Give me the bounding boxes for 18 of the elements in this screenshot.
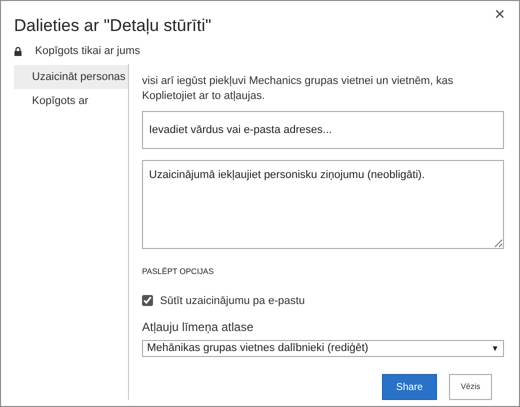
- checkbox-label: Sūtīt uzaicinājumu pa e-pastu: [160, 294, 305, 308]
- lock-icon: [14, 47, 22, 56]
- share-button[interactable]: Share: [382, 374, 437, 400]
- dropdown-arrow-icon: ▼: [491, 342, 499, 354]
- sidebar-item[interactable]: Uzaicināt personas: [14, 64, 128, 90]
- sharing-status: Kopīgots tikai ar jums: [35, 44, 140, 60]
- names-field[interactable]: Ievadiet vārdus vai e-pasta adreses...: [142, 110, 504, 148]
- dialog-title: Dalieties ar "Detaļu stūrīti": [14, 16, 212, 35]
- message-field[interactable]: Uzaicinājumā iekļaujiet personisku ziņojumu (neobligāti).: [142, 160, 504, 248]
- select-value: Mehānikas grupas vietnes dalībnieki (rediģēt): [147, 341, 368, 356]
- intro-text: visi arī iegūst piekļuvi Mechanics grupas vietnei un vietnēm, kas Koplietojiet ar to atļaujas.: [142, 74, 454, 104]
- sidebar-item[interactable]: Kopīgots ar: [14, 89, 128, 114]
- cancel-button[interactable]: Vēzis: [449, 374, 492, 400]
- permission-select[interactable]: Mehānikas grupas vietnes dalībnieki (rediģēt) ▼: [142, 340, 504, 357]
- close-button[interactable]: ×: [490, 5, 509, 23]
- hide-options-link[interactable]: PASLĒPT OPCIJAS: [142, 266, 504, 278]
- permission-label: Atļauju līmeņa atlase: [142, 319, 254, 336]
- email-invite-checkbox[interactable]: [142, 295, 153, 306]
